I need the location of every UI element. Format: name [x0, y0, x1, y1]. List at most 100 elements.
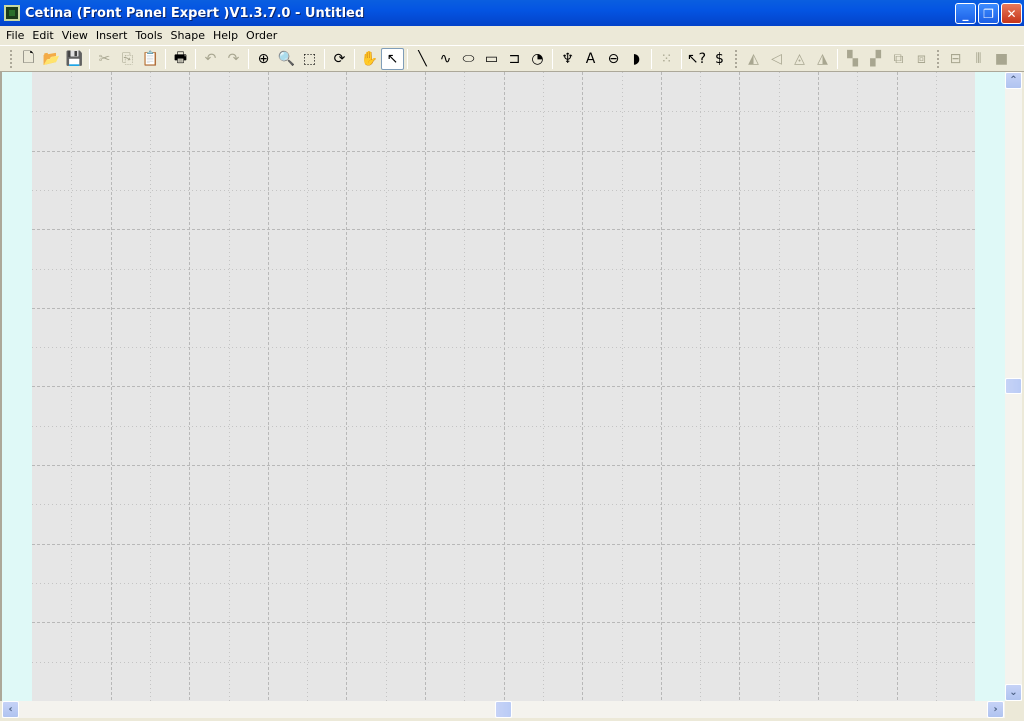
app-icon [4, 5, 20, 21]
undo-icon: ↶ [204, 50, 217, 67]
menu-bar: File Edit View Insert Tools Shape Help O… [0, 26, 1024, 45]
d-shape-button[interactable]: ◗ [625, 48, 648, 70]
toolbar-separator [651, 48, 652, 69]
text-tool-button[interactable]: A [579, 48, 602, 70]
same-size-button[interactable]: ■ [990, 48, 1013, 70]
menu-tools[interactable]: Tools [131, 29, 166, 42]
restore-button[interactable]: ❐ [978, 3, 999, 24]
rotate-right-button[interactable]: ◮ [811, 48, 834, 70]
menu-file[interactable]: File [2, 29, 28, 42]
menu-shape[interactable]: Shape [167, 29, 209, 42]
menu-insert[interactable]: Insert [92, 29, 132, 42]
flip-horizontal-button[interactable]: ◭ [742, 48, 765, 70]
group-icon: ⧉ [893, 50, 904, 67]
rotate-right-icon: ◮ [817, 50, 828, 67]
cut-icon: ✂ [98, 50, 111, 67]
drawing-canvas[interactable] [32, 72, 975, 702]
ellipse-tool-icon: ⬭ [462, 50, 475, 67]
group-button[interactable]: ⧉ [887, 48, 910, 70]
toolbar-separator [552, 48, 553, 69]
menu-edit[interactable]: Edit [28, 29, 57, 42]
arc-tool-button[interactable]: ◔ [526, 48, 549, 70]
rotate-left-button[interactable]: ◬ [788, 48, 811, 70]
toolbar-separator [165, 48, 166, 69]
toolbar-grip[interactable] [937, 49, 940, 68]
ungroup-icon: ⧈ [917, 50, 926, 67]
vertical-scrollbar[interactable]: ⌃ ⌄ [1005, 72, 1022, 701]
zoom-fit-icon: ⬚ [302, 50, 317, 67]
component-icon: ♆ [561, 50, 574, 67]
size-grip [1005, 701, 1024, 721]
minimize-button[interactable]: _ [955, 3, 976, 24]
pan-hand-icon: ✋ [360, 50, 379, 67]
ellipse-tool-button[interactable]: ⬭ [457, 48, 480, 70]
align-middle-icon: ⫴ [975, 50, 982, 67]
rounded-rect-tool-button[interactable]: ⊐ [503, 48, 526, 70]
bring-front-icon: ▚ [847, 50, 858, 67]
save-button[interactable]: 💾 [63, 48, 86, 70]
scroll-down-button[interactable]: ⌄ [1005, 684, 1022, 701]
horizontal-scrollbar[interactable]: ‹ › [2, 701, 1005, 718]
zoom-fit-button[interactable]: ⬚ [298, 48, 321, 70]
redo-button[interactable]: ↷ [222, 48, 245, 70]
select-arrow-icon: ↖ [386, 50, 399, 67]
menu-order[interactable]: Order [242, 29, 281, 42]
send-back-button[interactable]: ▞ [864, 48, 887, 70]
ungroup-button[interactable]: ⧈ [910, 48, 933, 70]
component-button[interactable]: ♆ [556, 48, 579, 70]
curve-tool-button[interactable]: ∿ [434, 48, 457, 70]
zoom-in-button[interactable]: ⊕ [252, 48, 275, 70]
bring-front-button[interactable]: ▚ [841, 48, 864, 70]
close-button[interactable]: ✕ [1001, 3, 1022, 24]
rectangle-tool-button[interactable]: ▭ [480, 48, 503, 70]
toolbar-separator [407, 48, 408, 69]
connector-icon: ⊖ [607, 50, 620, 67]
scroll-up-button[interactable]: ⌃ [1005, 72, 1022, 89]
align-middle-button[interactable]: ⫴ [967, 48, 990, 70]
vertical-scroll-thumb[interactable] [1005, 378, 1022, 394]
undo-button[interactable]: ↶ [199, 48, 222, 70]
menu-view[interactable]: View [58, 29, 92, 42]
scroll-left-button[interactable]: ‹ [2, 701, 19, 718]
toolbar-separator [354, 48, 355, 69]
paste-button[interactable]: 📋 [139, 48, 162, 70]
arc-tool-icon: ◔ [531, 50, 544, 67]
toolbar-separator [248, 48, 249, 69]
zoom-all-button[interactable]: 🔍 [275, 48, 298, 70]
refresh-button[interactable]: ⟳ [328, 48, 351, 70]
help-pointer-button[interactable]: ↖? [685, 48, 708, 70]
rotate-left-icon: ◬ [794, 50, 805, 67]
toolbar-grip[interactable] [735, 49, 738, 68]
toolbar: 🗋 📂 💾 ✂ ⎘ 📋 🖶 ↶ ↷ ⊕ 🔍 ⬚ ⟳ ✋ ↖ ╲ ∿ ⬭ ▭ ⊐ ◔ ♆ A ⊖ ◗ ⁙ ↖? $ ◭ ◁ ◬ ◮ ▚ ▞ ⧉ ⧈ ⊟ ⫴ ■ [0, 45, 1024, 72]
copy-button[interactable]: ⎘ [116, 48, 139, 70]
open-folder-button[interactable]: 📂 [40, 48, 63, 70]
horizontal-scroll-thumb[interactable] [495, 701, 512, 718]
zoom-in-icon: ⊕ [257, 50, 270, 67]
redo-icon: ↷ [227, 50, 240, 67]
pan-hand-button[interactable]: ✋ [358, 48, 381, 70]
cut-button[interactable]: ✂ [93, 48, 116, 70]
grid [32, 72, 975, 702]
new-file-button[interactable]: 🗋 [17, 48, 40, 70]
text-tool-icon: A [585, 50, 596, 67]
toolbar-separator [681, 48, 682, 69]
order-dollar-icon: $ [715, 50, 724, 67]
refresh-icon: ⟳ [333, 50, 346, 67]
d-shape-icon: ◗ [632, 50, 641, 67]
flip-vertical-icon: ◁ [771, 50, 782, 67]
menu-help[interactable]: Help [209, 29, 242, 42]
send-back-icon: ▞ [870, 50, 881, 67]
align-center-button[interactable]: ⊟ [944, 48, 967, 70]
scroll-right-button[interactable]: › [987, 701, 1004, 718]
connector-button[interactable]: ⊖ [602, 48, 625, 70]
open-folder-icon: 📂 [42, 50, 61, 67]
order-dollar-button[interactable]: $ [708, 48, 731, 70]
flip-vertical-button[interactable]: ◁ [765, 48, 788, 70]
select-arrow-button[interactable]: ↖ [381, 47, 404, 70]
print-button[interactable]: 🖶 [169, 48, 192, 70]
title-bar: Cetina (Front Panel Expert )V1.3.7.0 - U… [0, 0, 1024, 26]
grid-button[interactable]: ⁙ [655, 48, 678, 70]
same-size-icon: ■ [994, 50, 1009, 67]
toolbar-grip[interactable] [10, 49, 13, 68]
line-tool-button[interactable]: ╲ [411, 48, 434, 70]
